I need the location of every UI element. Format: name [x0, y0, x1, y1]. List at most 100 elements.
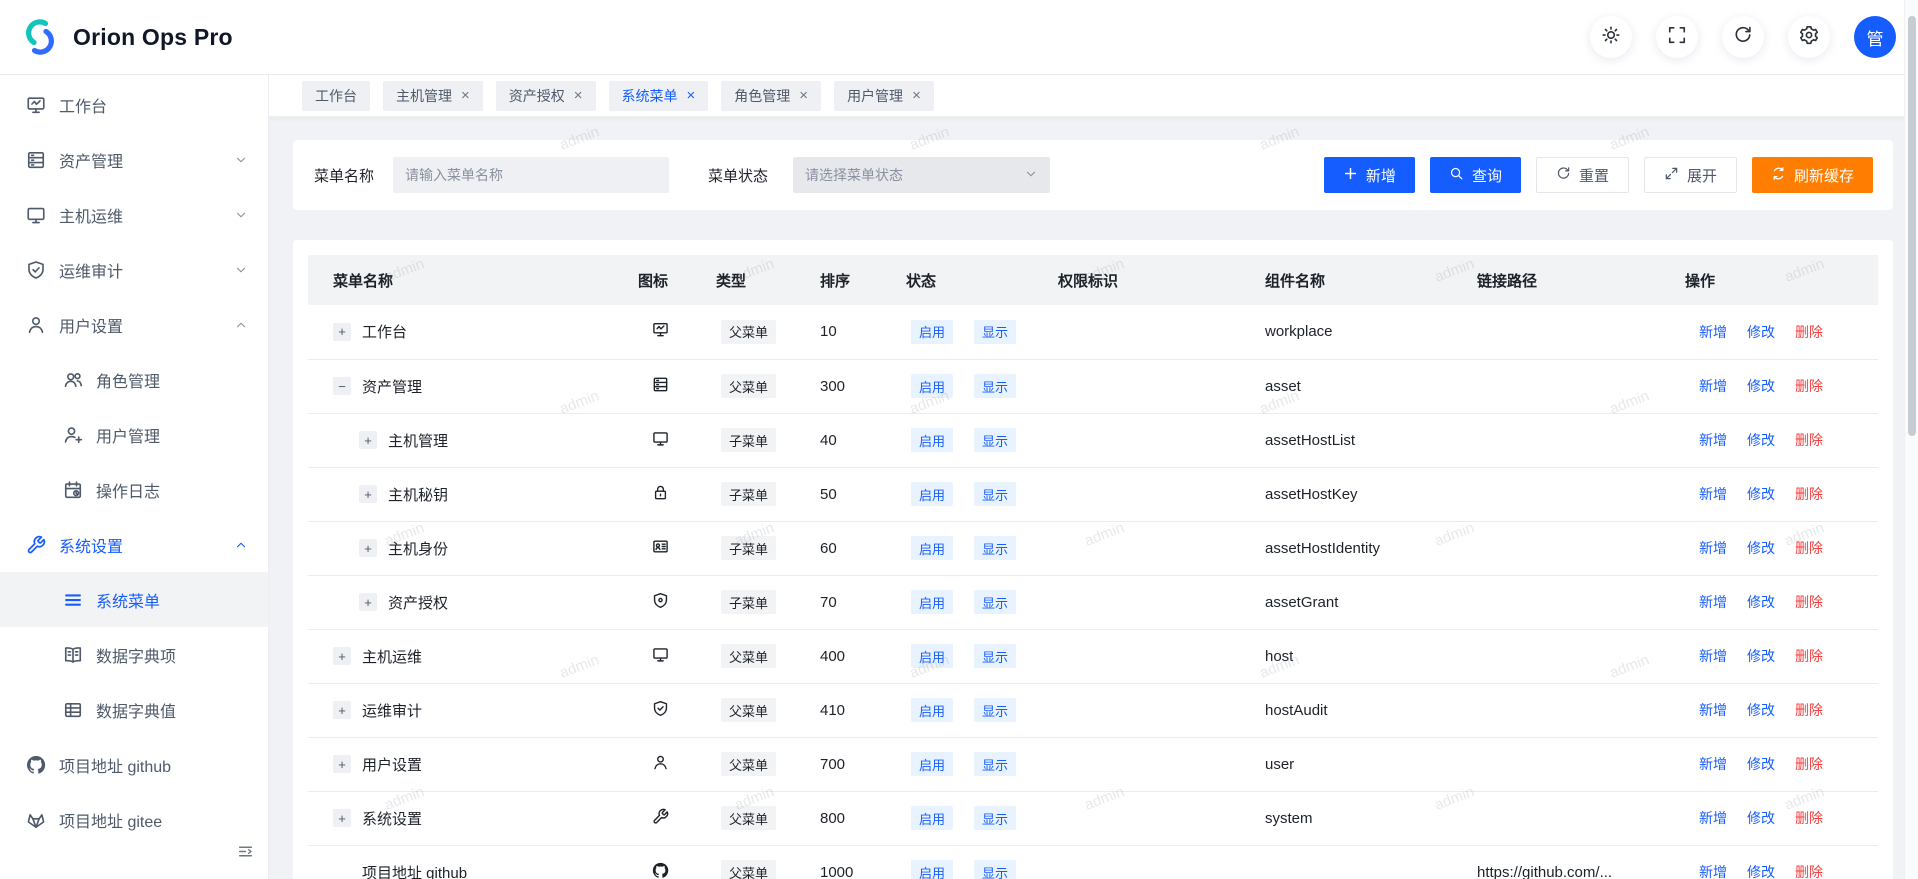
expand-row-button[interactable]: +	[333, 647, 351, 665]
reset-button[interactable]: 重置	[1536, 157, 1629, 193]
cell-permission	[1058, 737, 1265, 791]
sidebar-item-ops-audit[interactable]: 运维审计	[0, 242, 268, 297]
row-delete-link[interactable]: 删除	[1795, 864, 1823, 879]
sidebar-item-asset-mgmt[interactable]: 资产管理	[0, 132, 268, 187]
sidebar-item-data-dict-item[interactable]: 数据字典项	[0, 627, 268, 682]
tab-user-mgmt[interactable]: 用户管理×	[834, 81, 934, 111]
row-delete-link[interactable]: 删除	[1795, 378, 1823, 394]
menu-status-select[interactable]: 请选择菜单状态	[793, 157, 1050, 193]
row-add-link[interactable]: 新增	[1699, 864, 1727, 879]
row-add-link[interactable]: 新增	[1699, 648, 1727, 664]
row-delete-link[interactable]: 删除	[1795, 540, 1823, 556]
row-edit-link[interactable]: 修改	[1747, 432, 1775, 448]
close-icon[interactable]: ×	[799, 88, 808, 103]
tab-asset-grant[interactable]: 资产授权×	[496, 81, 596, 111]
row-add-link[interactable]: 新增	[1699, 432, 1727, 448]
query-button[interactable]: 查询	[1430, 157, 1521, 193]
sidebar-collapse-button[interactable]	[237, 843, 254, 865]
cell-sort: 1000	[820, 845, 906, 879]
row-edit-link[interactable]: 修改	[1747, 594, 1775, 610]
refresh-button[interactable]	[1722, 16, 1764, 58]
menu-status-label: 菜单状态	[708, 165, 768, 186]
row-delete-link[interactable]: 删除	[1795, 702, 1823, 718]
tab-host-mgmt[interactable]: 主机管理×	[383, 81, 483, 111]
row-edit-link[interactable]: 修改	[1747, 486, 1775, 502]
row-edit-link[interactable]: 修改	[1747, 756, 1775, 772]
row-delete-link[interactable]: 删除	[1795, 594, 1823, 610]
cell-status: 启用显示	[906, 413, 1058, 467]
sidebar-item-gitee-link[interactable]: 项目地址 gitee	[0, 792, 268, 847]
status-badge: 启用	[911, 320, 953, 344]
plus-icon	[1343, 166, 1358, 185]
expand-row-button[interactable]: +	[333, 323, 351, 341]
expand-button[interactable]: 展开	[1644, 157, 1737, 193]
sidebar-item-workbench[interactable]: 工作台	[0, 77, 268, 132]
row-edit-link[interactable]: 修改	[1747, 864, 1775, 879]
row-delete-link[interactable]: 删除	[1795, 756, 1823, 772]
sidebar-item-user-settings[interactable]: 用户设置	[0, 297, 268, 352]
cell-link-path	[1477, 791, 1685, 845]
display-badge: 显示	[974, 644, 1016, 668]
close-icon[interactable]: ×	[574, 88, 583, 103]
row-delete-link[interactable]: 删除	[1795, 810, 1823, 826]
row-delete-link[interactable]: 删除	[1795, 486, 1823, 502]
expand-row-button[interactable]: +	[359, 539, 377, 557]
row-add-link[interactable]: 新增	[1699, 702, 1727, 718]
add-button[interactable]: 新增	[1324, 157, 1415, 193]
expand-row-button[interactable]: +	[333, 701, 351, 719]
avatar[interactable]: 管	[1854, 16, 1896, 58]
tab-system-menu[interactable]: 系统菜单×	[609, 81, 709, 111]
refresh-cache-button[interactable]: 刷新缓存	[1752, 157, 1873, 193]
expand-row-button[interactable]: +	[359, 593, 377, 611]
cell-icon	[638, 359, 716, 413]
menu-name-input[interactable]	[393, 157, 669, 193]
cell-icon	[638, 521, 716, 575]
fullscreen-button[interactable]	[1656, 16, 1698, 58]
row-add-link[interactable]: 新增	[1699, 486, 1727, 502]
sidebar-item-system-menu[interactable]: 系统菜单	[0, 572, 268, 627]
expand-row-button[interactable]: +	[359, 431, 377, 449]
row-add-link[interactable]: 新增	[1699, 540, 1727, 556]
sidebar-item-user-mgmt[interactable]: 用户管理	[0, 407, 268, 462]
row-add-link[interactable]: 新增	[1699, 378, 1727, 394]
sidebar-item-role-mgmt[interactable]: 角色管理	[0, 352, 268, 407]
close-icon[interactable]: ×	[687, 88, 696, 103]
row-add-link[interactable]: 新增	[1699, 756, 1727, 772]
row-add-link[interactable]: 新增	[1699, 324, 1727, 340]
row-edit-link[interactable]: 修改	[1747, 540, 1775, 556]
row-add-link[interactable]: 新增	[1699, 594, 1727, 610]
row-edit-link[interactable]: 修改	[1747, 648, 1775, 664]
scrollbar-thumb[interactable]	[1908, 16, 1916, 436]
close-icon[interactable]: ×	[461, 88, 470, 103]
theme-button[interactable]	[1590, 16, 1632, 58]
chevron-down-icon	[234, 263, 248, 277]
main-area: 工作台主机管理×资产授权×系统菜单×角色管理×用户管理× 菜单名称 菜单状态 请…	[269, 75, 1918, 879]
chevron-down-icon	[234, 153, 248, 167]
dict-value-icon	[63, 700, 83, 720]
close-icon[interactable]: ×	[912, 88, 921, 103]
row-delete-link[interactable]: 删除	[1795, 432, 1823, 448]
cell-component: assetHostIdentity	[1265, 521, 1477, 575]
row-delete-link[interactable]: 删除	[1795, 648, 1823, 664]
row-add-link[interactable]: 新增	[1699, 810, 1727, 826]
display-badge: 显示	[974, 590, 1016, 614]
display-badge: 显示	[974, 374, 1016, 398]
row-edit-link[interactable]: 修改	[1747, 702, 1775, 718]
tab-role-mgmt[interactable]: 角色管理×	[721, 81, 821, 111]
settings-button[interactable]	[1788, 16, 1830, 58]
row-edit-link[interactable]: 修改	[1747, 810, 1775, 826]
expand-row-button[interactable]: +	[359, 485, 377, 503]
sidebar-item-system-settings[interactable]: 系统设置	[0, 517, 268, 572]
sidebar-item-data-dict-value[interactable]: 数据字典值	[0, 682, 268, 737]
sidebar-item-op-log[interactable]: 操作日志	[0, 462, 268, 517]
row-edit-link[interactable]: 修改	[1747, 324, 1775, 340]
tab-workbench[interactable]: 工作台	[302, 81, 370, 111]
expand-row-button[interactable]: +	[333, 755, 351, 773]
expand-row-button[interactable]: +	[333, 809, 351, 827]
sidebar-item-host-ops[interactable]: 主机运维	[0, 187, 268, 242]
row-delete-link[interactable]: 删除	[1795, 324, 1823, 340]
collapse-row-button[interactable]: −	[333, 377, 351, 395]
row-edit-link[interactable]: 修改	[1747, 378, 1775, 394]
type-badge: 子菜单	[721, 536, 776, 560]
sidebar-item-github-link[interactable]: 项目地址 github	[0, 737, 268, 792]
